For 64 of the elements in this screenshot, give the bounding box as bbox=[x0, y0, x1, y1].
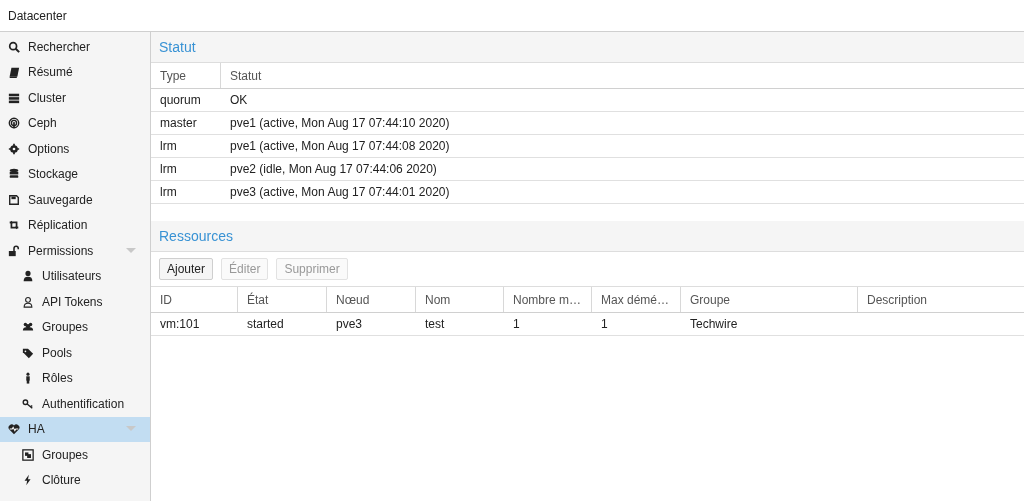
caret-icon[interactable] bbox=[126, 426, 136, 433]
sidebar-item[interactable]: Stockage bbox=[0, 161, 150, 187]
search-icon bbox=[8, 40, 20, 53]
column-header[interactable]: Nom bbox=[416, 287, 504, 312]
key-icon bbox=[22, 397, 34, 410]
sidebar-item[interactable]: Utilisateurs bbox=[0, 263, 150, 289]
table-cell-text: lrm bbox=[159, 138, 178, 155]
table-cell-text: vm:101 bbox=[159, 316, 201, 333]
sidebar-item[interactable]: Pools bbox=[0, 340, 150, 366]
table-cell-text: Techwire bbox=[689, 316, 739, 333]
caret-icon[interactable] bbox=[126, 247, 136, 254]
sidebar-item[interactable]: Permissions bbox=[0, 238, 150, 264]
table-cell-text: OK bbox=[229, 92, 249, 109]
sidebar-item[interactable]: Groupes bbox=[0, 442, 150, 468]
sidebar-item[interactable]: Ceph bbox=[0, 110, 150, 136]
user-outline-icon bbox=[22, 295, 34, 308]
sidebar-item[interactable]: Résumé bbox=[0, 59, 150, 85]
panel-title: Ressources bbox=[159, 228, 233, 244]
column-header[interactable]: Statut bbox=[221, 63, 1024, 88]
table-cell-text: lrm bbox=[159, 184, 178, 201]
sidebar-item[interactable]: Cluster bbox=[0, 85, 150, 111]
column-header[interactable]: État bbox=[238, 287, 327, 312]
sidebar-item[interactable]: Clôture bbox=[0, 467, 150, 493]
table-cell-text: pve3 bbox=[335, 316, 364, 333]
table-cell-text: quorum bbox=[159, 92, 202, 109]
square-icon bbox=[22, 448, 34, 461]
gear-icon bbox=[8, 142, 20, 155]
column-header[interactable]: Type bbox=[151, 63, 221, 88]
column-header[interactable]: Max démé… bbox=[592, 287, 681, 312]
column-header[interactable]: Nœud bbox=[327, 287, 416, 312]
table-cell-text: lrm bbox=[159, 161, 178, 178]
table-cell-text: pve3 (active, Mon Aug 17 07:44:01 2020) bbox=[229, 184, 451, 201]
sidebar-item[interactable]: Groupes bbox=[0, 314, 150, 340]
signal-icon bbox=[8, 117, 20, 130]
sidebar-item[interactable]: Réplication bbox=[0, 212, 150, 238]
book-icon bbox=[8, 66, 20, 79]
table-cell-text: pve1 (active, Mon Aug 17 07:44:10 2020) bbox=[229, 115, 451, 132]
tag-icon bbox=[22, 346, 34, 359]
panel-title: Statut bbox=[159, 39, 196, 55]
table-cell-text: test bbox=[424, 316, 446, 333]
column-header[interactable]: Groupe bbox=[681, 287, 858, 312]
table-cell-text: pve2 (idle, Mon Aug 17 07:44:06 2020) bbox=[229, 161, 438, 178]
column-header[interactable]: Nombre m… bbox=[504, 287, 592, 312]
toolbar-button[interactable]: Ajouter bbox=[159, 258, 214, 280]
sidebar-item[interactable]: Sauvegarde bbox=[0, 187, 150, 213]
table-cell-text: master bbox=[159, 115, 198, 132]
table-cell-text: pve1 (active, Mon Aug 17 07:44:08 2020) bbox=[229, 138, 451, 155]
user-icon bbox=[22, 270, 34, 283]
table-cell-text: 1 bbox=[512, 316, 521, 333]
padlock-icon bbox=[8, 244, 20, 257]
server-icon bbox=[8, 91, 20, 104]
sidebar-item[interactable]: API Tokens bbox=[0, 289, 150, 315]
sidebar-item[interactable]: Authentification bbox=[0, 391, 150, 417]
table-cell-text: 1 bbox=[600, 316, 609, 333]
database-icon bbox=[8, 168, 20, 181]
column-header[interactable]: ID bbox=[151, 287, 238, 312]
sidebar-item[interactable]: Rôles bbox=[0, 365, 150, 391]
sidebar-item[interactable]: Rechercher bbox=[0, 34, 150, 60]
header-title: Datacenter bbox=[8, 8, 67, 23]
sidebar-item[interactable]: HA bbox=[0, 416, 150, 442]
heart-icon bbox=[8, 423, 20, 436]
table-cell-text: started bbox=[246, 316, 285, 333]
sidebar-item[interactable]: Options bbox=[0, 136, 150, 162]
column-header[interactable]: Description bbox=[858, 287, 1024, 312]
